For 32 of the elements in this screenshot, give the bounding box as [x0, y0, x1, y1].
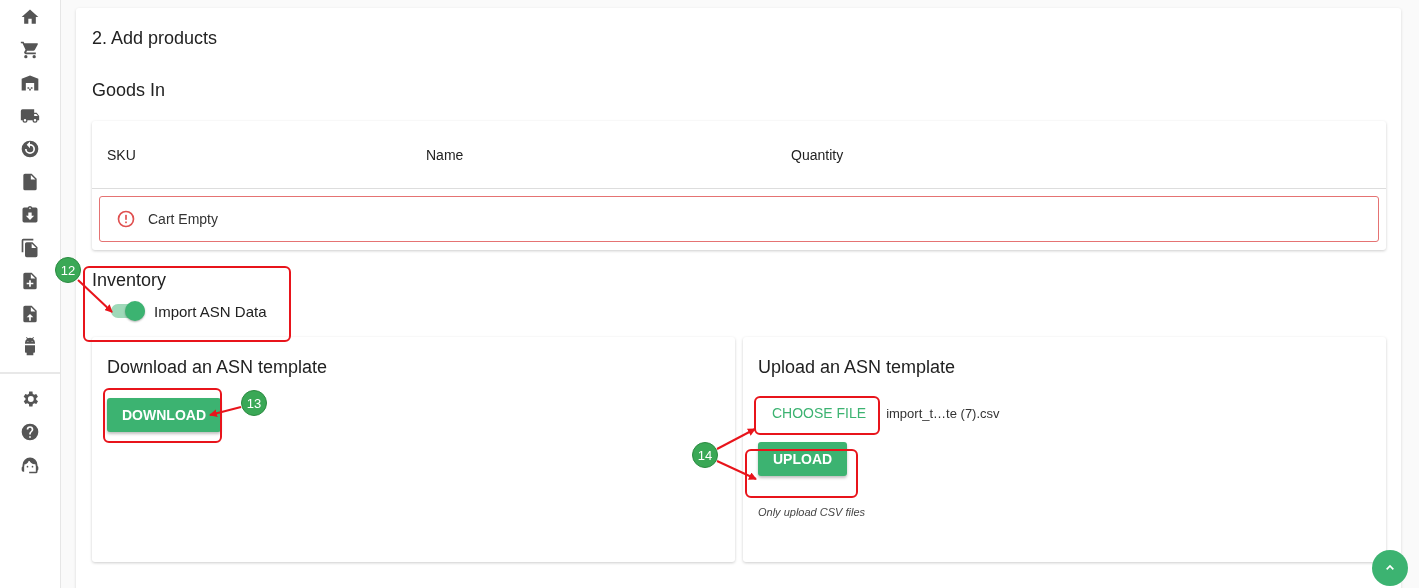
choose-file-button[interactable]: CHOOSE FILE: [758, 396, 881, 430]
callout-arrow: [716, 460, 757, 480]
inventory-title: Inventory: [92, 270, 167, 291]
clipboard-download-icon[interactable]: [20, 205, 40, 225]
upload-hint: Only upload CSV files: [758, 506, 865, 518]
column-header: Quantity: [791, 146, 844, 163]
card-title: Upload an ASN template: [758, 357, 956, 378]
column-header: Name: [426, 146, 465, 163]
file-plus-icon[interactable]: [20, 271, 40, 291]
callout-arrow: [716, 428, 756, 450]
goods-in-title: Goods In: [92, 80, 166, 101]
switch-label: Import ASN Data: [154, 302, 267, 320]
help-icon[interactable]: [20, 422, 40, 442]
restore-icon[interactable]: [20, 139, 40, 159]
download-button[interactable]: DOWNLOAD: [107, 398, 221, 432]
file-icon[interactable]: [20, 172, 40, 192]
support-agent-icon[interactable]: [20, 455, 40, 475]
cart-icon[interactable]: [20, 40, 40, 60]
column-header: SKU: [107, 146, 137, 163]
file-name: import_t…te (7).csv: [886, 405, 1000, 421]
card-title: Download an ASN template: [107, 357, 328, 378]
home-icon[interactable]: [20, 7, 40, 27]
warehouse-icon[interactable]: [20, 73, 40, 93]
callout-arrow: [209, 406, 242, 418]
toggle-switch[interactable]: [111, 301, 145, 321]
truck-icon[interactable]: [20, 106, 40, 126]
alert-text: Cart Empty: [148, 211, 218, 227]
file-upload-icon[interactable]: [20, 304, 40, 324]
copy-icon[interactable]: [20, 238, 40, 258]
upload-button[interactable]: UPLOAD: [758, 442, 848, 476]
error-icon: [116, 209, 136, 229]
section-title: 2. Add products: [92, 28, 218, 49]
